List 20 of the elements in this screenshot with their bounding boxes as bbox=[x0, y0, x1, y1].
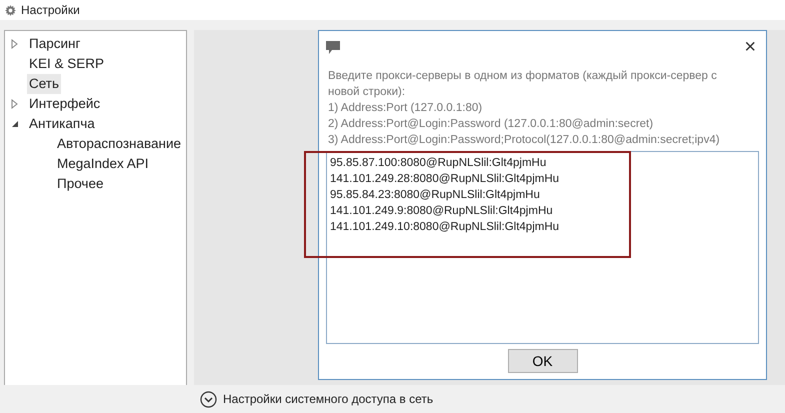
tree-item[interactable]: Парсинг bbox=[27, 34, 82, 54]
section-label[interactable]: Настройки системного доступа в сеть bbox=[223, 390, 434, 408]
instruction-text: 1) Address:Port (127.0.0.1:80) bbox=[328, 101, 484, 116]
tree-item[interactable]: Антикапча bbox=[27, 114, 97, 134]
instruction-text: 3) Address:Port@Login:Password;Protocol(127.0.0.1:80@admin:secret;ipv4) bbox=[328, 133, 721, 148]
instruction-text: Введите прокси-серверы в одном из форматов (каждый прокси-сервер с новой строки): bbox=[328, 69, 718, 100]
close-button[interactable]: × bbox=[741, 37, 759, 57]
comment-icon bbox=[326, 40, 340, 54]
instruction-text: 2) Address:Port@Login:Password (127.0.0.1:80@admin:secret) bbox=[328, 117, 654, 132]
expand-icon[interactable] bbox=[200, 390, 217, 408]
tree-item[interactable]: KEI & SERP bbox=[27, 54, 106, 74]
ok-button[interactable]: OK bbox=[508, 349, 578, 373]
tree-item[interactable]: Интерфейс bbox=[27, 94, 102, 114]
tree-item[interactable]: MegaIndex API bbox=[55, 154, 151, 174]
tree-item[interactable]: Автораспознавание bbox=[55, 134, 184, 154]
tree-item[interactable]: Сеть bbox=[27, 74, 62, 94]
proxy-list-field[interactable]: 95.85.87.100:8080@RupNLSlil:Glt4pjmHu 141.101.249.28:8080@RupNLSlil:Glt4pjmHu 95.85.84.23:8080@RupNLSlil:Glt4pjmHu 141.101.249.9:8080@RupNLSlil:Glt4pjmHu 141.101.249.10:8080@RupNLSlil:Glt4pjmHu bbox=[326, 151, 759, 344]
window-title: Настройки bbox=[21, 2, 80, 19]
settings-icon bbox=[5, 4, 16, 16]
tree-item[interactable]: Прочее bbox=[55, 174, 106, 194]
